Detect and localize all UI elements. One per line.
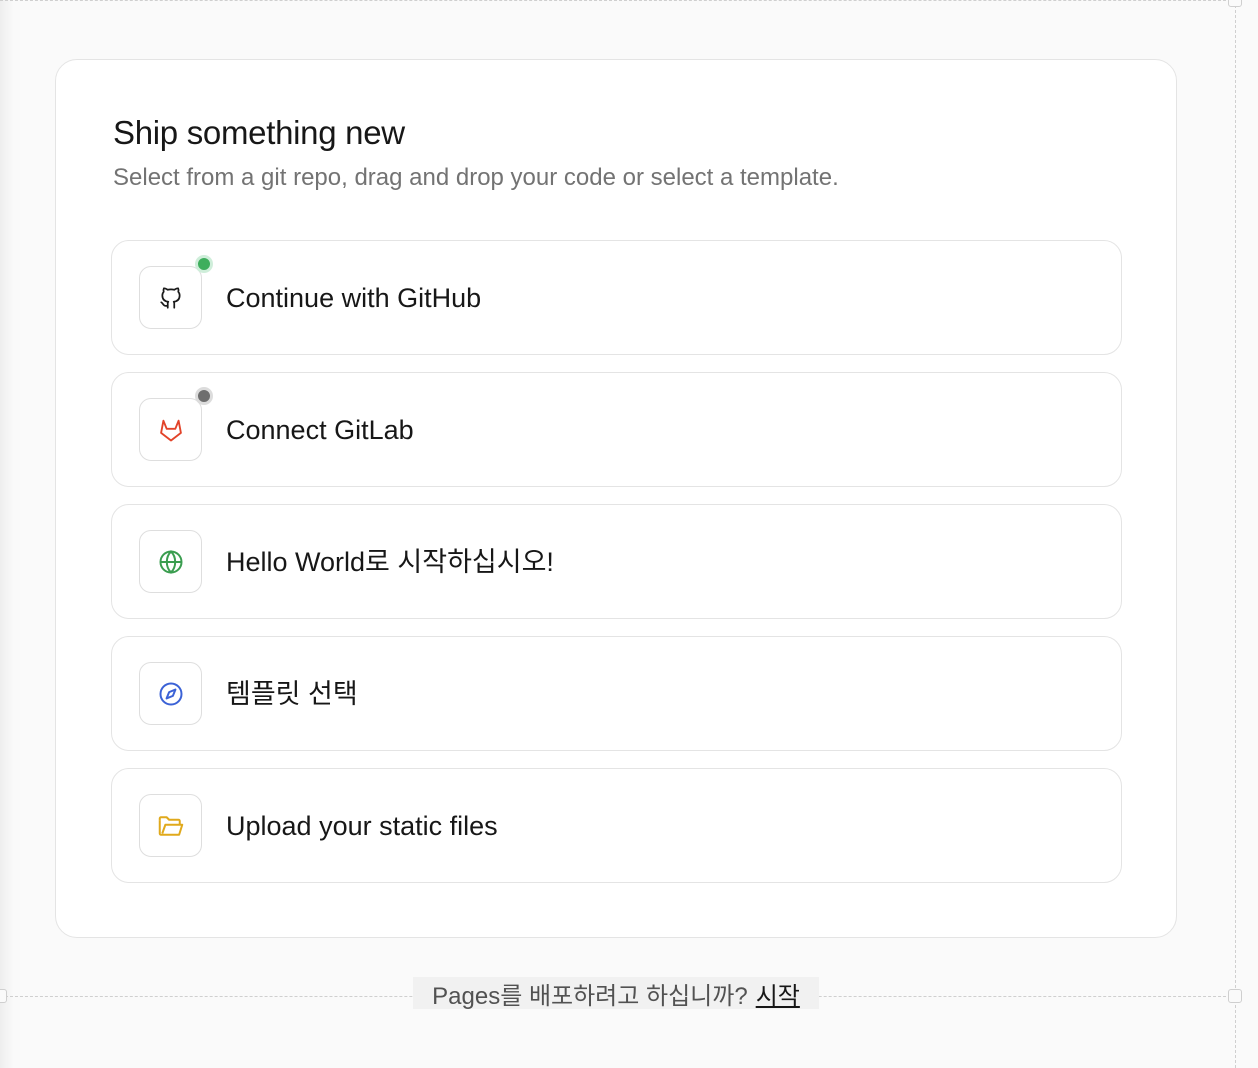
option-select-template[interactable]: 템플릿 선택	[111, 636, 1122, 751]
option-icon-box	[139, 387, 213, 461]
option-connect-gitlab[interactable]: Connect GitLab	[111, 372, 1122, 487]
resize-handle-top-right[interactable]	[1228, 0, 1242, 7]
globe-icon	[157, 548, 185, 576]
guide-line-top	[0, 0, 1236, 1]
page: Ship something new Select from a git rep…	[0, 0, 1258, 1068]
card-subtitle: Select from a git repo, drag and drop yo…	[113, 164, 839, 191]
get-started-link[interactable]: 시작	[756, 976, 800, 1011]
option-label: 템플릿 선택	[226, 679, 358, 709]
gitlab-icon	[157, 416, 185, 444]
option-label: Continue with GitHub	[226, 283, 482, 313]
footer-text: Pages를 배포하려고 하십니까?	[432, 982, 748, 1010]
option-icon-box	[139, 255, 213, 329]
footer-prompt: Pages를 배포하려고 하십니까? 시작	[413, 976, 819, 1011]
option-label: Connect GitLab	[226, 415, 414, 445]
option-icon-box	[139, 530, 202, 593]
option-hello-world[interactable]: Hello World로 시작하십시오!	[111, 504, 1122, 619]
guide-line-right	[1235, 0, 1236, 1068]
option-icon-box	[139, 662, 202, 725]
option-label: Hello World로 시작하십시오!	[226, 547, 554, 577]
resize-handle-bottom-left[interactable]	[0, 989, 7, 1003]
not-connected-status-dot	[195, 387, 213, 405]
left-edge-shade	[0, 0, 14, 1068]
option-label: Upload your static files	[226, 811, 498, 841]
card-title: Ship something new	[113, 114, 405, 151]
option-upload-static-files[interactable]: Upload your static files	[111, 768, 1122, 883]
github-icon	[158, 285, 184, 311]
resize-handle-bottom-right[interactable]	[1228, 989, 1242, 1003]
ship-card: Ship something new Select from a git rep…	[55, 59, 1177, 938]
connected-status-dot	[195, 255, 213, 273]
compass-icon	[157, 680, 185, 708]
option-continue-github[interactable]: Continue with GitHub	[111, 240, 1122, 355]
option-icon-box	[139, 794, 202, 857]
folder-icon	[156, 811, 186, 841]
